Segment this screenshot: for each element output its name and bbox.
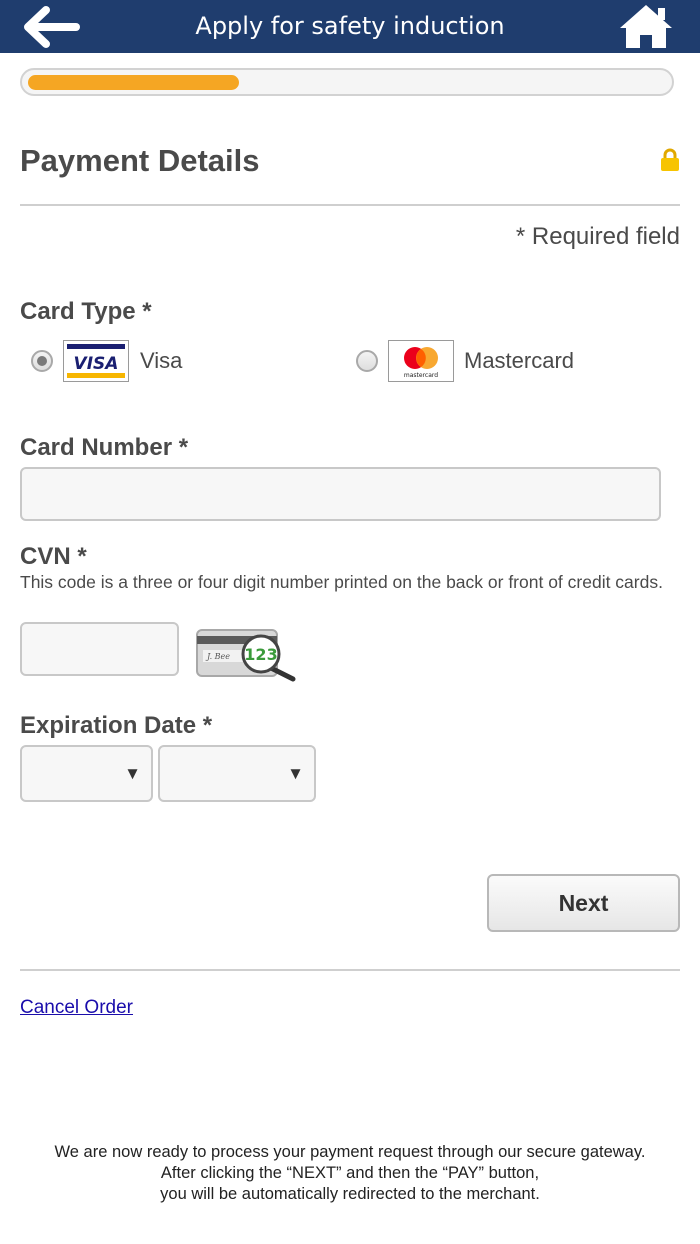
visa-label: Visa	[140, 348, 183, 373]
progress-fill	[28, 75, 239, 90]
cvn-label: CVN *	[20, 543, 87, 570]
dropdown-arrow-icon: ▼	[287, 764, 304, 783]
card-number-input[interactable]	[20, 467, 661, 521]
page-title: Apply for safety induction	[195, 12, 505, 40]
footer-line-1: We are now ready to process your payment…	[54, 1143, 646, 1161]
progress-bar	[20, 68, 674, 96]
svg-text:VISA: VISA	[74, 354, 119, 374]
visa-card-icon: VISA	[66, 343, 126, 379]
expiration-month-select[interactable]: ▼	[20, 745, 153, 802]
footer-line-2: After clicking the “NEXT” and then the “…	[160, 1164, 540, 1182]
cvn-card-icon: J. Bee 123	[196, 629, 296, 682]
card-number-label: Card Number *	[20, 434, 189, 461]
expiration-year-select[interactable]: ▼	[158, 745, 316, 802]
cvn-input[interactable]	[20, 622, 179, 676]
cancel-order-link[interactable]: Cancel Order	[20, 997, 133, 1019]
mastercard-logo: mastercard	[388, 340, 454, 382]
mastercard-card-icon: mastercard	[404, 347, 438, 379]
visa-radio[interactable]	[31, 350, 53, 372]
top-bar: Apply for safety induction	[0, 0, 700, 53]
divider	[20, 204, 680, 206]
home-icon[interactable]	[618, 2, 674, 50]
cvn-sample-digits: 123	[244, 645, 277, 664]
mastercard-radio[interactable]	[356, 350, 378, 372]
mastercard-label: Mastercard	[464, 348, 575, 373]
lock-icon	[661, 148, 679, 171]
section-title: Payment Details	[20, 143, 260, 178]
required-field-note: * Required field	[515, 223, 680, 250]
footer-line-3: you will be automatically redirected to …	[160, 1185, 540, 1203]
card-type-label: Card Type *	[20, 298, 152, 325]
visa-logo: VISA	[63, 340, 129, 382]
dropdown-arrow-icon: ▼	[124, 764, 141, 783]
next-button[interactable]: Next	[487, 874, 680, 932]
expiration-date-label: Expiration Date *	[20, 712, 213, 739]
svg-text:J. Bee: J. Bee	[205, 652, 230, 661]
cvn-hint: This code is a three or four digit numbe…	[20, 572, 663, 592]
svg-text:mastercard: mastercard	[404, 372, 438, 379]
divider	[20, 969, 680, 971]
